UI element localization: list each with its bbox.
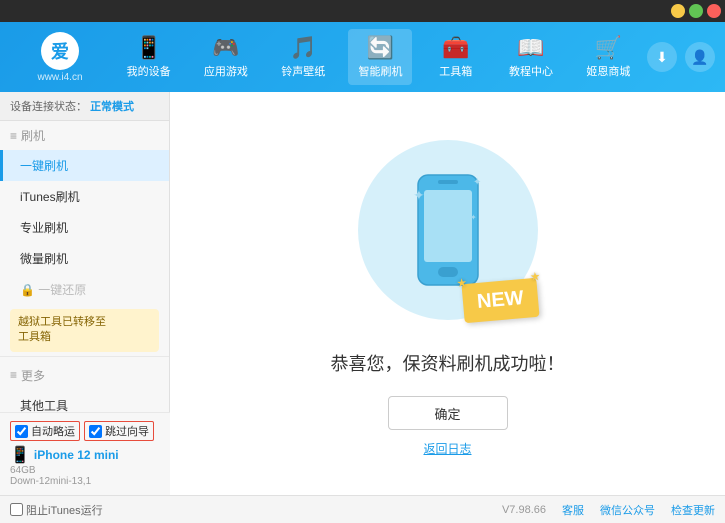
nav-apps-games-label: 应用游戏 bbox=[204, 63, 248, 79]
bottom-right: V7.98.66 客服 微信公众号 检查更新 bbox=[502, 502, 715, 518]
confirm-button[interactable]: 确定 bbox=[388, 396, 508, 430]
store-icon: 🛒 bbox=[595, 35, 622, 61]
nav-store[interactable]: 🛒 姬恩商城 bbox=[576, 29, 640, 85]
bottom-bar: 阻止iTunes运行 V7.98.66 客服 微信公众号 检查更新 bbox=[0, 495, 725, 523]
phone-illustration: ✦ ✦ ✦ NEW bbox=[348, 130, 548, 330]
auto-skip-checkbox[interactable] bbox=[15, 425, 28, 438]
sidebar-item-pro-flash[interactable]: 专业刷机 bbox=[0, 212, 169, 243]
toolbox-icon: 🧰 bbox=[442, 35, 469, 61]
sidebar-divider bbox=[0, 356, 169, 357]
logo-area: 爱 www.i4.cn bbox=[10, 32, 110, 83]
nav-store-label: 姬恩商城 bbox=[586, 63, 630, 79]
sidebar-item-itunes-flash[interactable]: iTunes刷机 bbox=[0, 181, 169, 212]
sidebar-item-micro-flash[interactable]: 微量刷机 bbox=[0, 243, 169, 274]
smart-flash-icon: 🔄 bbox=[367, 35, 394, 61]
sidebar: 设备连接状态： 正常模式 ≡ 刷机 一键刷机 iTunes刷机 专业刷机 微量刷… bbox=[0, 92, 170, 495]
prevent-itunes: 阻止iTunes运行 bbox=[10, 502, 103, 518]
nav-smart-flash[interactable]: 🔄 智能刷机 bbox=[348, 29, 412, 85]
user-button[interactable]: 👤 bbox=[685, 42, 715, 72]
device-info: 📱 iPhone 12 mini 64GB Down-12mini-13,1 bbox=[10, 445, 160, 487]
svg-text:✦: ✦ bbox=[413, 187, 425, 203]
status-value: 正常模式 bbox=[90, 101, 134, 113]
prevent-itunes-checkbox[interactable] bbox=[10, 503, 23, 516]
device-firmware: Down-12mini-13,1 bbox=[10, 476, 160, 487]
skip-wizard-checkbox[interactable] bbox=[89, 425, 102, 438]
ringtones-icon: 🎵 bbox=[290, 35, 317, 61]
nav-tutorials[interactable]: 📖 教程中心 bbox=[499, 29, 563, 85]
version-label: V7.98.66 bbox=[502, 504, 546, 516]
title-bar bbox=[0, 0, 725, 22]
new-badge: NEW bbox=[461, 278, 539, 323]
success-message: 恭喜您，保资料刷机成功啦！ bbox=[331, 350, 565, 376]
sidebar-section-more: ≡ 更多 bbox=[0, 361, 169, 390]
nav-apps-games[interactable]: 🎮 应用游戏 bbox=[194, 29, 258, 85]
apps-games-icon: 🎮 bbox=[212, 35, 239, 61]
logo-url: www.i4.cn bbox=[37, 72, 82, 83]
nav-bar: 📱 我的设备 🎮 应用游戏 🎵 铃声壁纸 🔄 智能刷机 🧰 工具箱 📖 教程中心… bbox=[110, 29, 647, 85]
device-name: iPhone 12 mini bbox=[34, 448, 119, 462]
device-icon: 📱 bbox=[10, 445, 30, 465]
connection-status: 设备连接状态： 正常模式 bbox=[0, 92, 169, 121]
nav-ringtones-label: 铃声壁纸 bbox=[281, 63, 325, 79]
skip-wizard-checkbox-label[interactable]: 跳过向导 bbox=[84, 421, 154, 441]
header: 爱 www.i4.cn 📱 我的设备 🎮 应用游戏 🎵 铃声壁纸 🔄 智能刷机 … bbox=[0, 22, 725, 92]
return-log-link[interactable]: 返回日志 bbox=[423, 440, 471, 457]
nav-tutorials-label: 教程中心 bbox=[509, 63, 553, 79]
logo-icon: 爱 bbox=[41, 32, 79, 70]
header-right: ⬇ 👤 bbox=[647, 42, 715, 72]
section-label: 刷机 bbox=[21, 127, 45, 144]
section-icon: ≡ bbox=[10, 129, 17, 143]
nav-smart-flash-label: 智能刷机 bbox=[358, 63, 402, 79]
download-button[interactable]: ⬇ bbox=[647, 42, 677, 72]
nav-toolbox-label: 工具箱 bbox=[439, 63, 472, 79]
customer-service-link[interactable]: 客服 bbox=[562, 502, 584, 518]
my-device-icon: 📱 bbox=[135, 35, 162, 61]
svg-text:✦: ✦ bbox=[470, 213, 477, 222]
nav-ringtones[interactable]: 🎵 铃声壁纸 bbox=[271, 29, 335, 85]
sidebar-section-flash: ≡ 刷机 bbox=[0, 121, 169, 150]
tutorials-icon: 📖 bbox=[517, 35, 544, 61]
sidebar-item-one-click-flash[interactable]: 一键刷机 bbox=[0, 150, 169, 181]
sidebar-item-one-click-restore: 🔒 一键还原 bbox=[0, 274, 169, 305]
svg-text:✦: ✦ bbox=[473, 177, 481, 188]
nav-toolbox[interactable]: 🧰 工具箱 bbox=[426, 29, 486, 85]
nav-my-device-label: 我的设备 bbox=[127, 63, 171, 79]
maximize-button[interactable] bbox=[689, 4, 703, 18]
content-area: ✦ ✦ ✦ NEW 恭喜您，保资料刷机成功啦！ 确定 返回日志 bbox=[170, 92, 725, 495]
nav-my-device[interactable]: 📱 我的设备 bbox=[117, 29, 181, 85]
auto-skip-checkbox-label[interactable]: 自动略运 bbox=[10, 421, 80, 441]
minimize-button[interactable] bbox=[671, 4, 685, 18]
phone-svg: ✦ ✦ ✦ bbox=[408, 170, 488, 290]
wechat-link[interactable]: 微信公众号 bbox=[600, 502, 655, 518]
check-update-link[interactable]: 检查更新 bbox=[671, 502, 715, 518]
sidebar-note: 越狱工具已转移至工具箱 bbox=[10, 309, 159, 352]
main-area: 设备连接状态： 正常模式 ≡ 刷机 一键刷机 iTunes刷机 专业刷机 微量刷… bbox=[0, 92, 725, 495]
close-button[interactable] bbox=[707, 4, 721, 18]
device-storage: 64GB bbox=[10, 465, 160, 476]
section2-label: 更多 bbox=[21, 367, 45, 384]
section2-icon: ≡ bbox=[10, 368, 17, 382]
